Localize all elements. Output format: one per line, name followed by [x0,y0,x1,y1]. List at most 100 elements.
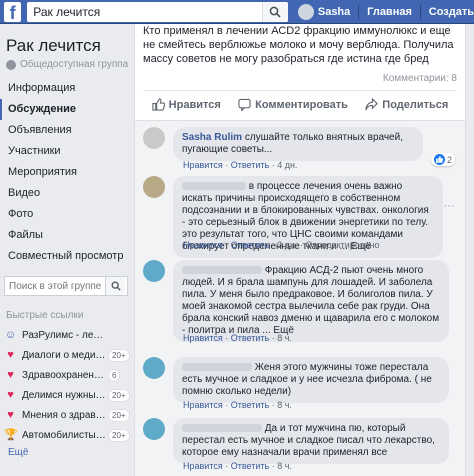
shortcuts-title: Быстрые ссылки [6,310,84,321]
shortcut-item[interactable]: ♥ Диалоги о медицине 20+ [0,345,134,365]
comment: Sasha Rulim слушайте только внятных врач… [143,127,457,175]
avatar[interactable] [143,418,165,440]
post-card: Кто применял в лечении АСD2 фракцию имму… [134,24,466,476]
heart-icon: ♥ [7,348,14,361]
comment-like-link[interactable]: Нравится [183,333,223,343]
comment-author[interactable]: Sasha Rulim [182,132,242,143]
avatar[interactable] [143,260,165,282]
comment-label: Комментировать [255,98,348,111]
more-options-icon[interactable]: ··· [441,200,457,212]
nav-item-discussion[interactable]: Обсуждение [0,99,134,120]
notification-badge: 20+ [108,428,130,442]
comment-like-link[interactable]: Нравится [183,461,223,471]
notification-badge: 20+ [108,408,130,422]
comment-bubble: Фракцию АСД-2 пьют очень много людей. И … [173,260,449,342]
comment-bubble: Sasha Rulim слушайте только внятных врач… [173,127,423,161]
avatar[interactable] [143,127,165,149]
comment: Фракцию АСД-2 пьют очень много людей. И … [143,260,457,350]
group-nav: Информация Обсуждение Объявления Участни… [0,78,134,267]
comment-meta: Нравится · Ответить · 8 ч. [183,461,292,471]
comment-reply-link[interactable]: Ответить [231,240,269,250]
notification-badge: 20+ [108,388,130,402]
comment-time[interactable]: 8 ч. [277,333,292,343]
post-actions: Нравится Комментировать Поделиться [143,90,457,118]
shortcut-item[interactable]: ☺ РазРулимс - лечение, ... [0,325,134,345]
create-link[interactable]: Создать [429,6,474,18]
comment-button[interactable]: Комментировать [238,98,348,111]
home-link[interactable]: Главная [367,6,412,18]
globe-icon [6,59,16,70]
heart-icon: ♥ [7,408,14,421]
comment-meta: Нравится · Ответить · 8 ч. [183,400,292,410]
comment-time[interactable]: 8 ч. [277,461,292,471]
comment-reply-link[interactable]: Ответить [231,160,269,170]
comment-time[interactable]: 4 дн. [277,160,297,170]
shortcut-item[interactable]: ♥ Мнения о здравоох... 20+ [0,405,134,425]
global-search-box [27,1,288,22]
avatar[interactable] [143,357,165,379]
like-button[interactable]: Нравится [152,98,221,111]
group-search-box [4,276,128,296]
left-sidebar: Рак лечится Общедоступная группа Информа… [0,24,134,476]
notification-badge: 6 [108,368,121,382]
comment-reply-link[interactable]: Ответить [231,333,269,343]
comment-reply-link[interactable]: Ответить [231,461,269,471]
share-button[interactable]: Поделиться [365,98,448,111]
profile-name: Sasha [317,5,351,18]
nav-item-events[interactable]: Мероприятия [0,162,134,183]
comment-meta: Нравится · Ответить · 4 дн. [183,160,298,170]
comment-reply-link[interactable]: Ответить [231,400,269,410]
heart-icon: ♥ [7,368,14,381]
nav-item-photos[interactable]: Фото [0,204,134,225]
comment-edited[interactable]: Отредактировано [305,240,379,250]
comment: Да и тот мужчина пю, который перестал ес… [143,418,457,474]
nav-item-files[interactable]: Файлы [0,225,134,246]
trophy-icon: 🏆 [4,428,18,441]
search-icon [111,281,121,291]
comment-author-redacted [182,424,262,433]
post-text: Кто применял в лечении АСD2 фракцию имму… [143,25,454,65]
nav-item-announcements[interactable]: Объявления [0,120,134,141]
shortcut-label: Диалоги о медицине [22,349,106,361]
comment-time[interactable]: 8 ч. [277,400,292,410]
group-search-input[interactable] [5,280,105,292]
nav-item-watch-party[interactable]: Совместный просмотр [0,246,134,267]
shortcut-item[interactable]: ♥ Здравоохранение в ... 6 [0,365,134,385]
shortcut-item[interactable]: ♥ Делимся нужными... 20+ [0,385,134,405]
group-icon: ☺ [4,328,17,341]
comment-author-redacted [182,182,246,191]
comment-meta: Нравится · Ответить · 3 дн. · Отредактир… [183,240,380,250]
avatar[interactable] [143,176,165,198]
comment-author-redacted [182,266,262,275]
shortcut-item[interactable]: 🏆 Автомобилисты М... 20+ [0,425,134,445]
comment-like-link[interactable]: Нравится [183,240,223,250]
search-button[interactable] [261,1,288,22]
heart-icon: ♥ [7,388,14,401]
shortcut-label: Делимся нужными... [22,389,106,401]
shortcut-label: Автомобилисты М... [22,429,106,441]
share-label: Поделиться [382,98,449,111]
reaction-count[interactable]: 2 [430,153,455,166]
group-search-button[interactable] [105,277,125,295]
nav-item-videos[interactable]: Видео [0,183,134,204]
more-shortcuts-link[interactable]: Ещё [0,445,134,461]
comment: Женя этого мужчины тоже перестала есть м… [143,357,457,413]
comment-like-link[interactable]: Нравится [183,160,223,170]
comment-author-redacted [182,363,252,372]
like-reaction-icon [433,154,445,165]
facebook-logo-icon[interactable]: f [4,1,22,22]
nav-item-members[interactable]: Участники [0,141,134,162]
shortcut-label: РазРулимс - лечение, ... [22,329,106,341]
divider [419,4,421,19]
divider [358,4,360,19]
global-search-input[interactable] [27,2,262,21]
profile-link[interactable]: Sasha [297,3,351,20]
share-icon [365,98,379,111]
comments-count[interactable]: Комментарии: 8 [135,66,465,86]
like-label: Нравится [168,98,221,111]
comment-like-link[interactable]: Нравится [183,400,223,410]
group-privacy-label: Общедоступная группа [20,59,129,70]
comment-time[interactable]: 3 дн. [277,240,297,250]
group-title[interactable]: Рак лечится [0,24,134,56]
nav-item-info[interactable]: Информация [0,78,134,99]
